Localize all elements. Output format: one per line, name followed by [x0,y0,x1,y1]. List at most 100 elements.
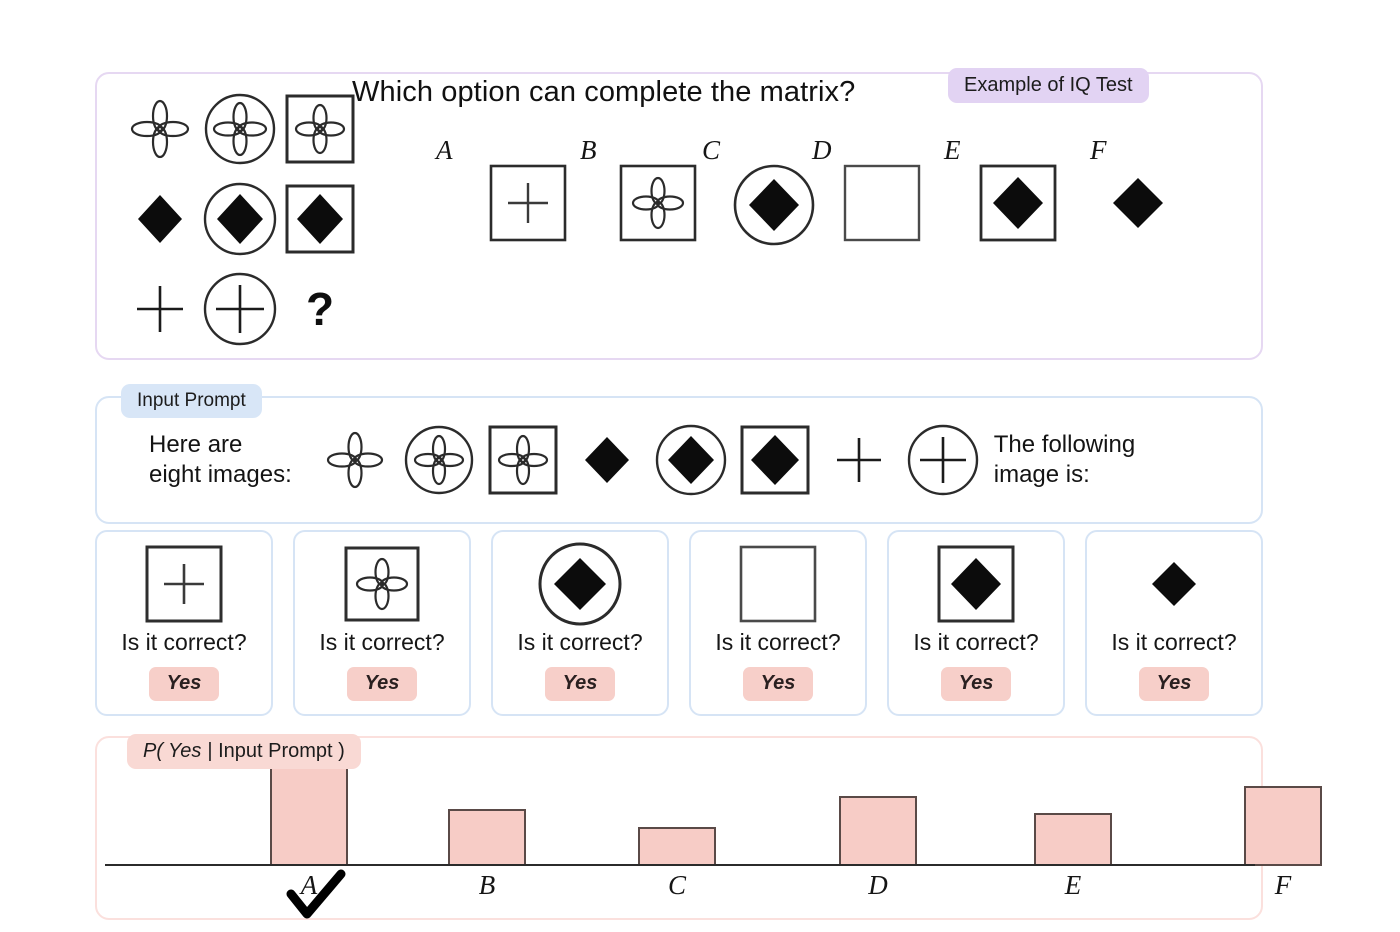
flower-icon [130,99,190,159]
candidate-b-answer[interactable]: Yes [346,667,418,701]
prompt-tail-text: The following image is: [993,431,1136,488]
candidate-card-e[interactable]: Is it correct? Yes [887,530,1065,716]
prompt-lead-text: Here are eight images: [149,431,292,488]
matrix-cell-circle-flower [200,84,280,174]
plus-icon [836,438,881,482]
matrix-row: ? [120,264,360,354]
matrix-cell-circle-plus [200,264,280,354]
square-plus-icon [489,164,567,242]
candidate-a-art [144,532,224,628]
input-prompt-badge: Input Prompt [121,384,262,418]
question-mark-icon: ? [305,283,335,335]
iq-test-badge: Example of IQ Test [948,68,1149,103]
candidate-card-b[interactable]: Is it correct? Yes [293,530,471,716]
matrix-cell-missing: ? [280,264,360,354]
circle-diamond-icon [655,424,726,496]
matrix-cell-diamond [120,174,200,264]
histogram-xtick-c: C [667,870,686,900]
candidate-f-art [1134,532,1214,628]
candidate-card-d[interactable]: Is it correct? Yes [689,530,867,716]
matrix-row [120,174,360,264]
candidate-card-c[interactable]: Is it correct? Yes [491,530,669,716]
histogram-xtick-f: F [1274,870,1292,900]
candidate-a-answer[interactable]: Yes [148,667,220,701]
candidate-card-f[interactable]: Is it correct? Yes [1085,530,1263,716]
matrix-row [120,84,360,174]
prompt-image-circle-flower [400,420,478,500]
histogram-badge-suffix: | Input Prompt ) [207,740,345,762]
candidate-f-answer[interactable]: Yes [1138,667,1210,701]
input-prompt-panel: Here are eight images: The following ima… [95,396,1263,524]
option-c-label: C [702,135,721,165]
circle-plus-icon [203,272,277,346]
prompt-image-circle-plus [904,420,982,500]
selected-answer-check-icon [285,866,347,922]
square-diamond-icon [937,545,1015,623]
check-icon [286,869,346,919]
prompt-image-sequence [316,420,982,500]
candidate-d-question: Is it correct? [715,629,841,655]
circle-flower-icon [204,93,276,165]
candidate-e-question: Is it correct? [913,629,1039,655]
option-c-art [732,163,816,247]
prompt-image-circle-diamond [652,420,730,500]
histogram-xtick-e: E [1064,870,1082,900]
histogram-bar-e [1034,813,1112,866]
matrix-cell-plus [120,264,200,354]
matrix-cell-circle-diamond [200,174,280,264]
candidate-f-question: Is it correct? [1111,629,1237,655]
candidate-cards-row: Is it correct? Yes Is it correct? Yes Is… [95,530,1263,716]
histogram-bar-f [1244,786,1322,866]
prompt-image-flower [316,420,394,500]
histogram-badge: P(Yes | Input Prompt ) [127,734,361,769]
candidate-e-answer[interactable]: Yes [940,667,1012,701]
option-a-label: A [436,135,453,165]
diamond-icon [1152,562,1196,606]
circle-flower-icon [404,425,473,495]
circle-diamond-icon [538,542,622,626]
option-e-art [978,163,1058,243]
histogram-bar-c [638,827,716,866]
iq-options-row: A B C D E F [340,135,1163,260]
histogram-badge-yes: Yes [168,740,202,762]
prompt-image-diamond [568,420,646,500]
option-e-label: E [944,135,961,165]
diamond-icon [138,195,182,243]
circle-diamond-icon [733,164,815,246]
square-flower-icon [488,425,558,495]
option-b-label: B [580,135,597,165]
candidate-d-art [738,532,818,628]
diamond-icon [584,437,629,483]
candidate-c-answer[interactable]: Yes [544,667,616,701]
square-flower-icon [619,164,697,242]
option-b-art [618,163,698,243]
candidate-d-answer[interactable]: Yes [742,667,814,701]
candidate-card-a[interactable]: Is it correct? Yes [95,530,273,716]
prompt-image-square-diamond [736,420,814,500]
figure-root: Example of IQ Test ? Which option can co… [0,0,1400,932]
circle-diamond-icon [203,182,277,256]
prompt-row: Here are eight images: The following ima… [97,398,1261,522]
option-f-label: F [1090,135,1107,165]
square-diamond-icon [979,164,1057,242]
flower-icon [326,431,383,489]
histogram-baseline [105,864,1255,866]
candidate-b-art [343,532,421,628]
iq-question-text: Which option can complete the matrix? [352,76,856,108]
square-empty-icon [739,545,817,623]
plus-icon [137,286,183,332]
histogram-bar-d [839,796,917,866]
histogram-xtick-b: B [478,870,496,900]
diamond-icon [1113,178,1163,228]
option-f-art [1098,163,1178,243]
candidate-c-art [537,532,623,628]
histogram-bar-b [448,808,526,866]
square-flower-icon [344,546,420,622]
histogram-xtick-d: D [868,870,888,900]
square-plus-icon [145,545,223,623]
option-d-art [842,163,922,243]
option-d-label: D [812,135,832,165]
candidate-c-question: Is it correct? [517,629,643,655]
candidate-a-question: Is it correct? [121,629,247,655]
histogram-badge-prefix: P( [143,740,163,762]
